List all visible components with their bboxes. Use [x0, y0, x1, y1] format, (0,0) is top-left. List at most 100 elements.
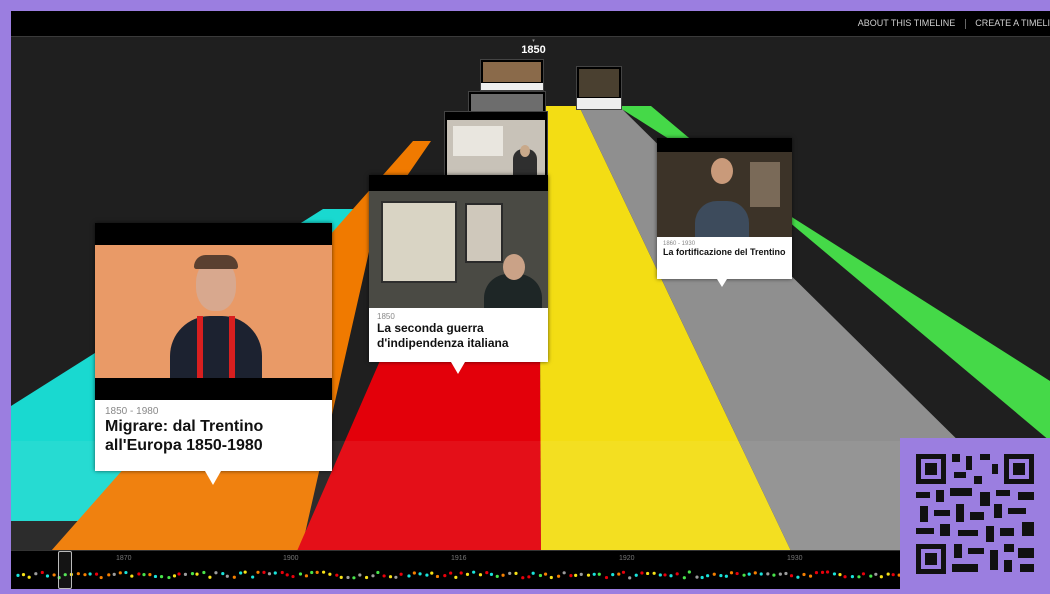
event-marker: [376, 570, 380, 575]
event-marker: [454, 575, 458, 579]
event-marker: [695, 575, 699, 579]
event-marker: [574, 573, 578, 577]
event-marker: [489, 572, 494, 576]
video-thumbnail-icon: [579, 69, 619, 97]
event-marker: [364, 575, 369, 580]
event-marker: [430, 571, 434, 575]
event-marker: [291, 574, 295, 579]
event-marker: [159, 574, 164, 579]
event-marker: [724, 574, 728, 578]
event-marker: [832, 572, 837, 576]
event-marker: [130, 574, 134, 578]
top-bar: ABOUT THIS TIMELINE CREATE A TIMELI: [11, 11, 1050, 37]
event-marker: [239, 571, 243, 575]
video-thumbnail-icon: [471, 94, 543, 112]
event-marker: [267, 572, 272, 576]
event-marker: [371, 574, 375, 578]
event-marker: [280, 570, 284, 575]
event-marker: [753, 571, 757, 575]
event-card[interactable]: 1850 - 1980 Migrare: dal Trentino all'Eu…: [95, 223, 332, 471]
event-marker: [796, 575, 800, 579]
event-marker: [766, 572, 770, 576]
scrubber-handle[interactable]: [58, 551, 72, 589]
event-marker: [538, 573, 543, 578]
event-marker: [394, 575, 398, 579]
event-marker: [527, 575, 531, 579]
distant-card[interactable]: [444, 111, 548, 178]
event-marker: [531, 571, 535, 575]
event-marker: [789, 574, 794, 578]
event-marker: [148, 573, 152, 577]
card-pointer: [205, 471, 221, 485]
qr-code-icon: [914, 452, 1036, 576]
current-year-indicator: ▾ 1850: [516, 38, 551, 56]
event-marker: [195, 572, 199, 576]
event-marker: [874, 572, 878, 576]
event-marker: [153, 574, 158, 579]
event-marker: [190, 572, 195, 576]
event-marker: [663, 573, 667, 577]
event-marker: [472, 570, 476, 574]
event-marker: [262, 570, 266, 574]
video-thumbnail-icon: [447, 120, 545, 175]
event-marker: [112, 572, 116, 577]
event-marker: [214, 571, 218, 575]
event-marker: [521, 576, 525, 580]
event-marker: [208, 575, 212, 579]
distant-card[interactable]: [576, 66, 622, 110]
event-marker: [40, 570, 44, 575]
card-meta: 1850 - 1980 Migrare: dal Trentino all'Eu…: [95, 402, 332, 471]
event-marker: [27, 575, 31, 579]
event-marker: [597, 572, 601, 576]
card-pointer: [451, 362, 465, 374]
event-marker: [21, 573, 26, 577]
event-marker: [16, 573, 20, 577]
event-marker: [669, 574, 673, 578]
event-card[interactable]: 1860 - 1930 La fortificazione del Trenti…: [657, 138, 792, 279]
event-marker: [549, 575, 553, 580]
event-marker: [652, 571, 656, 575]
event-marker: [177, 572, 181, 576]
card-date: 1850 - 1980: [105, 406, 159, 417]
event-marker: [687, 570, 691, 574]
about-timeline-link[interactable]: ABOUT THIS TIMELINE: [858, 18, 956, 28]
top-links: ABOUT THIS TIMELINE CREATE A TIMELI: [858, 18, 1050, 29]
event-marker: [382, 574, 386, 578]
card-meta: 1850 La seconda guerra d'indipendenza it…: [369, 309, 548, 362]
event-marker: [202, 570, 206, 575]
event-marker: [358, 573, 362, 577]
timeline-scrubber[interactable]: 1870 1900 1916 1920 1930: [11, 550, 1050, 589]
create-timeline-link[interactable]: CREATE A TIMELI: [975, 18, 1050, 28]
event-marker: [706, 574, 710, 578]
event-marker: [418, 572, 422, 576]
event-marker: [399, 572, 403, 576]
event-marker: [449, 571, 453, 575]
event-marker: [808, 574, 813, 578]
event-marker: [569, 574, 573, 578]
event-marker: [99, 575, 103, 580]
event-marker: [459, 571, 463, 575]
event-marker: [346, 575, 350, 580]
card-title: La seconda guerra d'indipendenza italian…: [377, 321, 509, 350]
event-marker: [735, 571, 739, 576]
video-thumbnail-icon: [657, 152, 792, 237]
event-marker: [857, 575, 861, 579]
event-marker: [172, 574, 177, 578]
event-marker: [778, 572, 782, 576]
event-marker: [183, 572, 188, 576]
distant-card-meta: [481, 83, 543, 90]
distant-card[interactable]: [480, 59, 544, 91]
event-marker: [273, 571, 277, 575]
event-marker: [94, 572, 99, 576]
event-marker: [586, 573, 591, 577]
event-marker: [328, 572, 332, 576]
event-marker: [891, 573, 895, 577]
card-meta: 1860 - 1930 La fortificazione del Trenti…: [657, 239, 792, 279]
event-marker: [388, 575, 393, 579]
event-marker: [142, 573, 146, 577]
event-marker: [646, 571, 650, 576]
event-marker: [838, 573, 842, 577]
event-marker: [820, 570, 825, 575]
event-card[interactable]: 1850 La seconda guerra d'indipendenza it…: [369, 175, 548, 362]
card-pointer: [717, 279, 727, 287]
